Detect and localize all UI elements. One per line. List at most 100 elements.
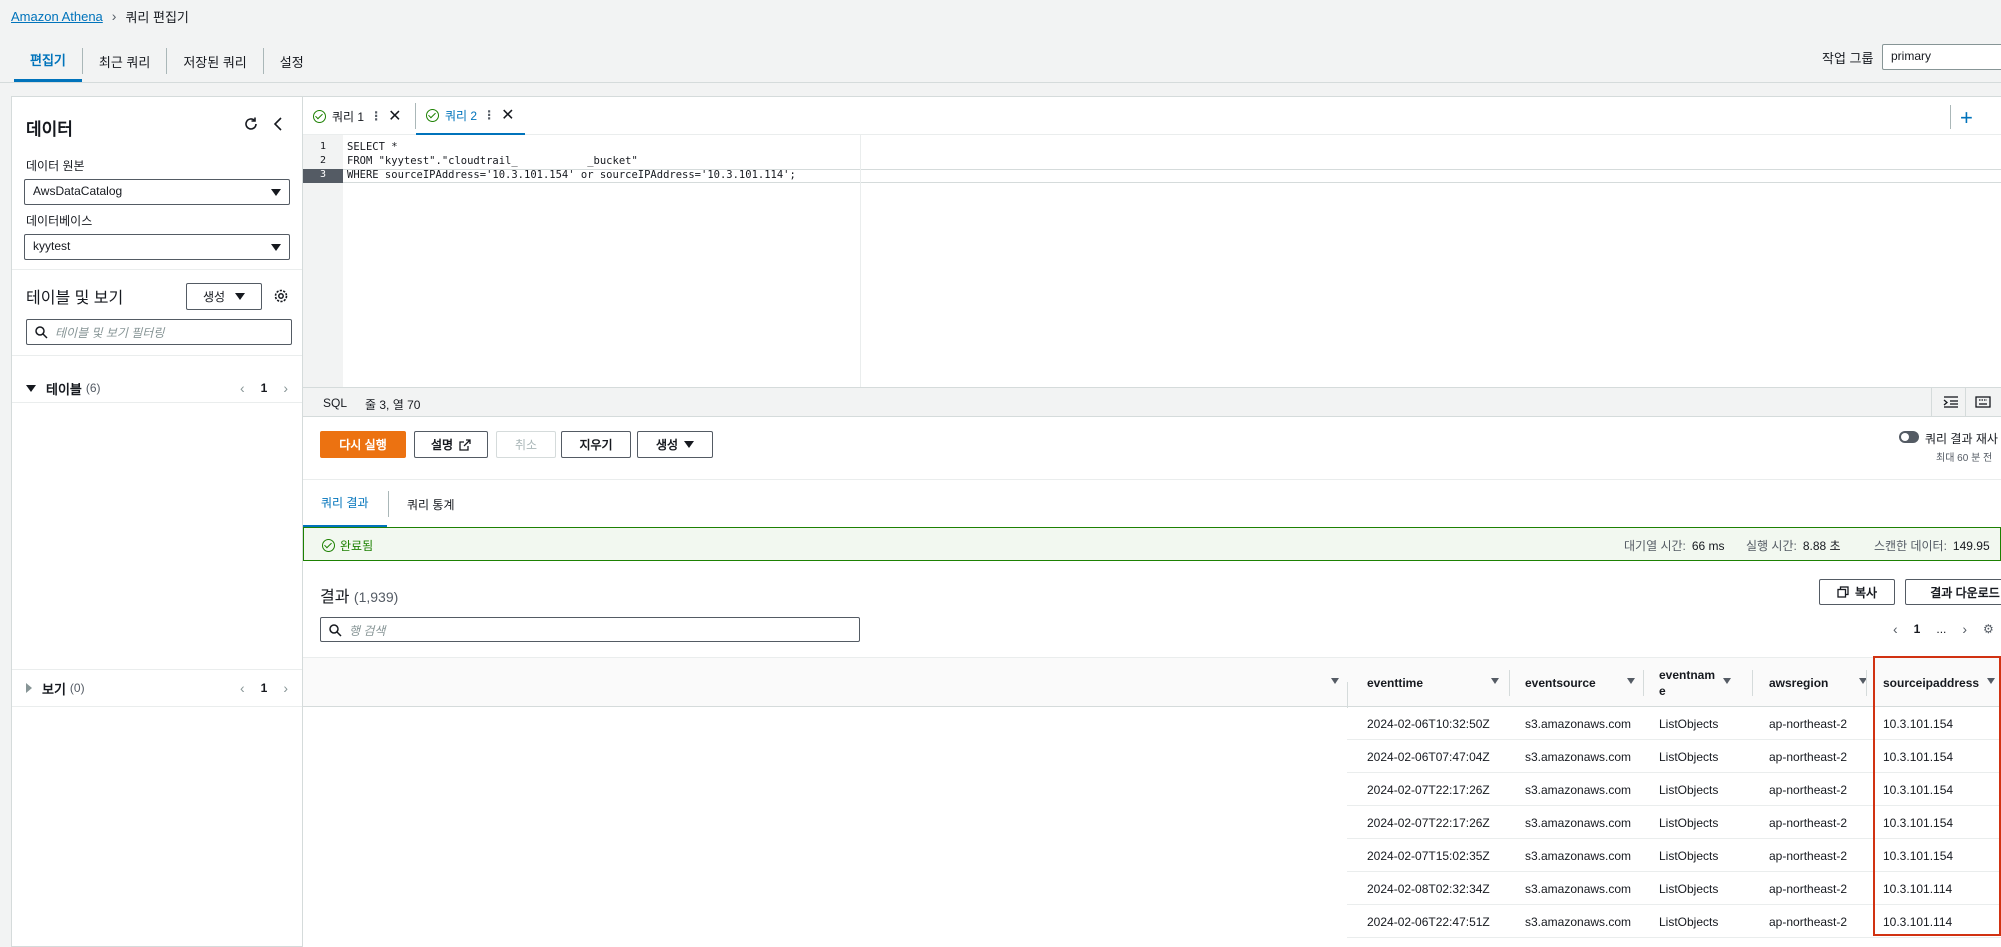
- sort-icon: [1723, 678, 1731, 684]
- breadcrumb-athena-link[interactable]: Amazon Athena: [11, 9, 103, 24]
- tab-recent-queries[interactable]: 최근 쿼리: [83, 40, 166, 82]
- download-results-button[interactable]: 결과 다운로드: [1905, 579, 2001, 605]
- tab-settings[interactable]: 설정: [264, 40, 320, 82]
- editor-language: SQL: [323, 396, 348, 410]
- database-select[interactable]: kyytest: [24, 234, 290, 260]
- keyboard-icon[interactable]: [1975, 395, 1991, 409]
- data-source-value: AwsDataCatalog: [33, 184, 123, 198]
- run-time: 실행 시간: 8.88 초: [1746, 537, 1841, 554]
- check-circle-icon: [322, 539, 335, 552]
- tab-query-stats[interactable]: 쿼리 통계: [389, 480, 473, 528]
- query-tabs: 쿼리 1 ⋮ ✕ 쿼리 2 ⋮ ✕ +: [303, 96, 2001, 135]
- column-header-eventsource[interactable]: eventsource: [1525, 658, 1643, 708]
- explain-button[interactable]: 설명: [414, 431, 488, 458]
- reuse-results-toggle[interactable]: [1899, 431, 1919, 443]
- views-section[interactable]: 보기 (0) ‹ 1 ›: [26, 678, 296, 698]
- create-table-button[interactable]: 생성: [186, 283, 262, 310]
- gear-icon[interactable]: [272, 287, 290, 305]
- results-title-label: 결과: [320, 589, 350, 606]
- divider: [12, 269, 302, 270]
- column-label: eventnam e: [1659, 668, 1716, 698]
- cell-eventsource: s3.amazonaws.com: [1525, 717, 1632, 731]
- format-query-icon[interactable]: [1943, 395, 1959, 409]
- close-icon[interactable]: ✕: [388, 106, 401, 126]
- chevron-left-icon[interactable]: ‹: [1893, 621, 1898, 637]
- cancel-button[interactable]: 취소: [496, 431, 556, 458]
- views-pager: ‹ 1 ›: [240, 680, 288, 696]
- query-tab-label: 쿼리 1: [332, 109, 365, 124]
- create-label: 생성: [202, 290, 226, 304]
- result-tabs: 쿼리 결과 쿼리 통계: [303, 479, 2001, 528]
- cell-eventname: ListObjects: [1659, 750, 1719, 764]
- settings-icon[interactable]: ⚙: [1983, 622, 1994, 636]
- chevron-left-icon[interactable]: ‹: [240, 380, 245, 396]
- line-number: 3: [303, 169, 343, 183]
- tab-saved-queries[interactable]: 저장된 쿼리: [167, 40, 262, 82]
- close-icon[interactable]: ✕: [501, 105, 514, 125]
- cell-eventname: ListObjects: [1659, 915, 1719, 929]
- cell-eventtime: 2024-02-06T10:32:50Z: [1367, 717, 1490, 731]
- reuse-results-label: 쿼리 결과 재사: [1925, 432, 1998, 446]
- code-line: SELECT *: [347, 141, 398, 153]
- breadcrumb: Amazon Athena › 쿼리 편집기: [11, 6, 189, 26]
- chevron-right-icon[interactable]: ›: [283, 380, 288, 396]
- tab-editor[interactable]: 편집기: [14, 40, 82, 82]
- refresh-icon[interactable]: [242, 115, 260, 133]
- database-value: kyytest: [33, 239, 71, 253]
- clear-button[interactable]: 지우기: [561, 431, 631, 458]
- caret-down-icon: [235, 293, 246, 300]
- data-source-select[interactable]: AwsDataCatalog: [24, 179, 290, 205]
- divider: [1931, 388, 1932, 418]
- results-page-number[interactable]: 1: [1914, 622, 1921, 636]
- query-status-bar: 완료됨 대기열 시간: 66 ms 실행 시간: 8.88 초 스캔한 데이터: 14…: [303, 527, 2001, 561]
- more-vertical-icon[interactable]: ⋮: [370, 109, 382, 123]
- code-line: WHERE sourceIPAddress='10.3.101.154' or …: [347, 169, 796, 181]
- query-tab-2[interactable]: 쿼리 2 ⋮ ✕: [416, 97, 525, 135]
- cell-awsregion: ap-northeast-2: [1769, 783, 1848, 797]
- column-header-blank[interactable]: [1331, 658, 1347, 708]
- views-page-number[interactable]: 1: [261, 681, 268, 695]
- sql-editor[interactable]: 1 2 3 SELECT * FROM "kyytest"."cloudtrai…: [303, 135, 2001, 387]
- add-tab-icon[interactable]: +: [1960, 105, 1973, 131]
- sort-icon: [1627, 678, 1635, 684]
- tab-divider: [1950, 105, 1951, 129]
- cell-eventname: ListObjects: [1659, 849, 1719, 863]
- data-source-label: 데이터 원본: [26, 159, 85, 173]
- chevron-left-icon[interactable]: [270, 115, 288, 133]
- chevron-right-icon[interactable]: ›: [1962, 621, 1967, 637]
- results-title: 결과 (1,939): [320, 583, 398, 607]
- results-empty-area: [303, 707, 1347, 947]
- cell-eventtime: 2024-02-07T15:02:35Z: [1367, 849, 1490, 863]
- query-tab-1[interactable]: 쿼리 1 ⋮ ✕: [303, 97, 412, 135]
- table-filter-input[interactable]: 테이블 및 보기 필터링: [26, 319, 292, 345]
- divider: [12, 402, 302, 403]
- column-divider: [1752, 670, 1753, 696]
- chevron-left-icon[interactable]: ‹: [240, 680, 245, 696]
- cell-eventname: ListObjects: [1659, 717, 1719, 731]
- create-button[interactable]: 생성: [637, 431, 713, 458]
- column-header-awsregion[interactable]: awsregion: [1769, 658, 1875, 708]
- data-panel: 데이터 데이터 원본 AwsDataCatalog 데이터베이스 kyytest…: [11, 96, 303, 947]
- copy-label: 복사: [1854, 585, 1878, 600]
- cell-eventtime: 2024-02-06T22:47:51Z: [1367, 915, 1490, 929]
- create-label: 생성: [655, 438, 679, 452]
- cell-eventtime: 2024-02-08T02:32:34Z: [1367, 882, 1490, 896]
- tab-query-results[interactable]: 쿼리 결과: [303, 480, 387, 528]
- tables-page-number[interactable]: 1: [261, 381, 268, 395]
- column-divider: [1643, 670, 1644, 696]
- row-search-input[interactable]: 행 검색: [320, 617, 860, 642]
- workgroup-select[interactable]: primary: [1882, 44, 2001, 70]
- more-vertical-icon[interactable]: ⋮: [483, 108, 495, 122]
- tables-section[interactable]: 테이블 (6) ‹ 1 ›: [26, 378, 296, 398]
- copy-button[interactable]: 복사: [1819, 579, 1895, 605]
- chevron-right-icon[interactable]: ›: [283, 680, 288, 696]
- column-header-eventname[interactable]: eventnam e: [1659, 658, 1739, 708]
- breadcrumb-current: 쿼리 편집기: [125, 9, 189, 25]
- tables-views-heading: 테이블 및 보기: [26, 290, 124, 307]
- column-header-eventtime[interactable]: eventtime: [1367, 658, 1507, 708]
- editor-status-bar: SQL 줄 3, 열 70: [303, 387, 2001, 418]
- cell-eventtime: 2024-02-07T22:17:26Z: [1367, 783, 1490, 797]
- top-tabs: 편집기 최근 쿼리 저장된 쿼리 설정: [14, 40, 320, 82]
- run-again-button[interactable]: 다시 실행: [320, 431, 406, 458]
- cell-eventsource: s3.amazonaws.com: [1525, 816, 1632, 830]
